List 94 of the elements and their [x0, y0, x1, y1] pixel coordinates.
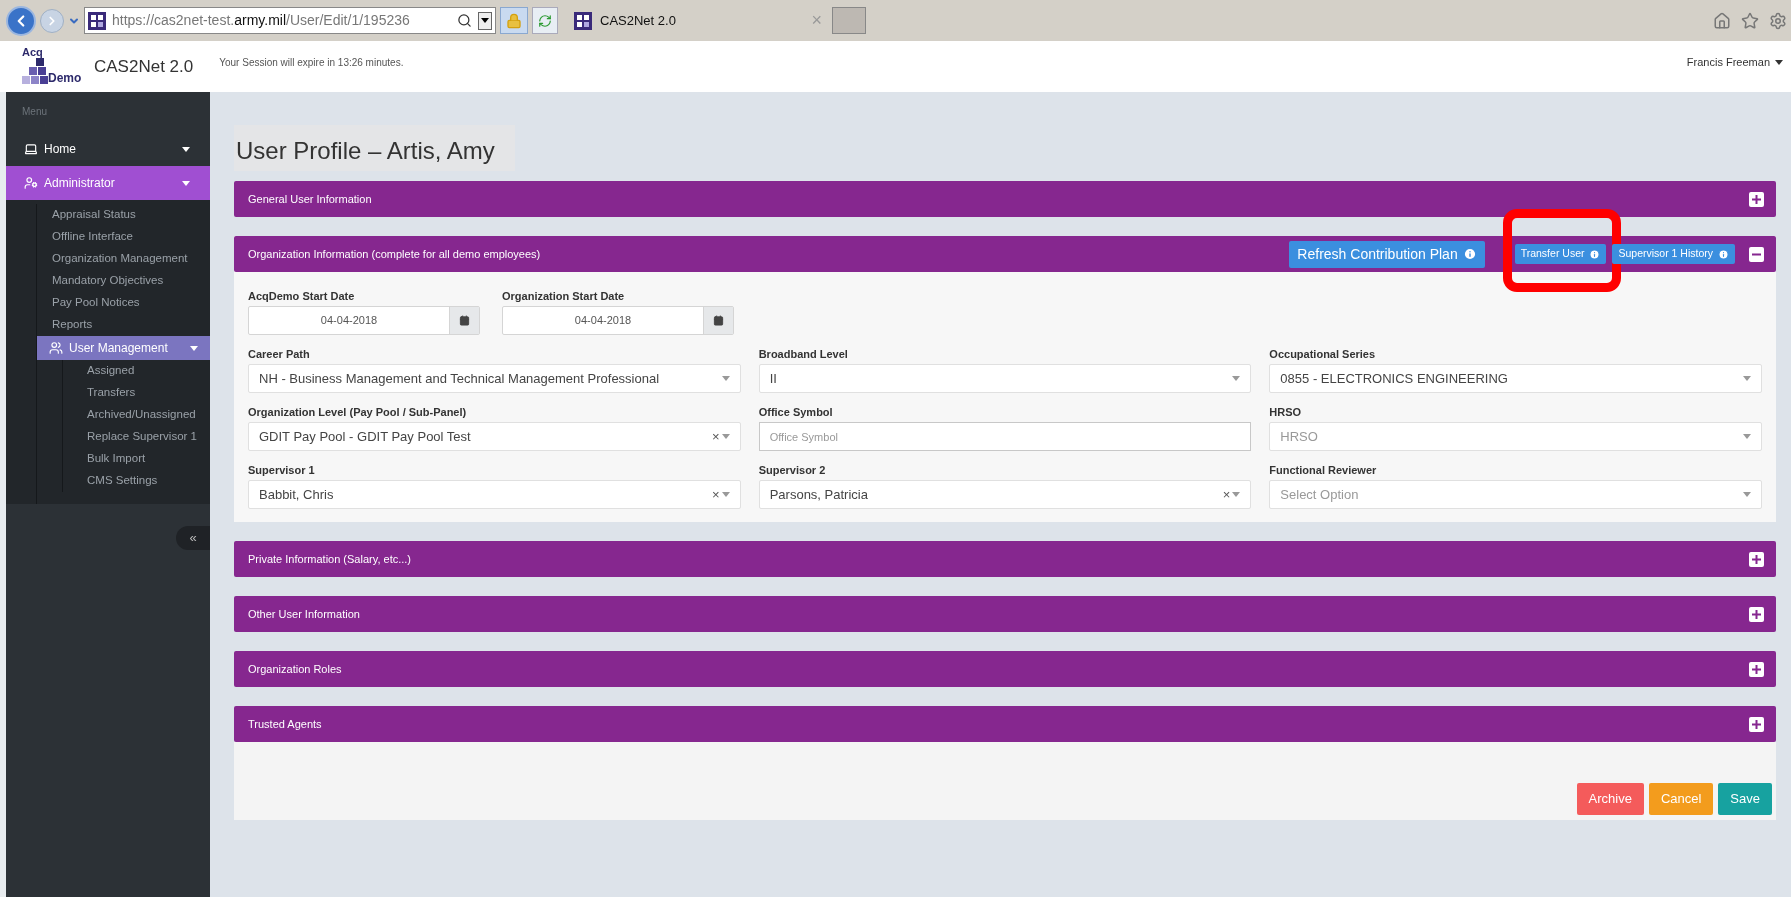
user-menu[interactable]: Francis Freeman [1686, 54, 1783, 71]
sidebar-item[interactable]: Transfers [63, 382, 210, 404]
back-button[interactable] [6, 5, 36, 36]
forward-button[interactable] [40, 8, 64, 33]
field-label: Organization Start Date [502, 289, 626, 302]
field-label: AcqDemo Start Date [248, 289, 356, 302]
caret-icon [721, 492, 730, 497]
select-field[interactable]: GDIT Pay Pool - GDIT Pay Pool Test × [248, 422, 741, 451]
sidebar-item[interactable]: Bulk Import [63, 448, 210, 470]
refresh-icon[interactable] [532, 7, 558, 34]
panel-title: Organization Information (complete for all demo employees) [248, 246, 542, 262]
url-dropdown[interactable] [478, 11, 492, 30]
app-name: CAS2Net 2.0 [94, 55, 194, 78]
page-title: User Profile – Artis, Amy [234, 125, 515, 171]
caret-icon [182, 146, 190, 152]
caret-icon [1775, 60, 1783, 65]
site-icon [574, 11, 592, 30]
sidebar-item[interactable]: Archived/Unassigned [63, 404, 210, 426]
caret-icon [1232, 492, 1241, 497]
site-icon [88, 11, 106, 30]
info-icon [1589, 248, 1601, 260]
new-tab-button[interactable] [832, 7, 866, 34]
sidebar-item[interactable]: Replace Supervisor 1 [63, 426, 210, 448]
panel-title: Organization Roles [248, 661, 343, 677]
sidebar-item[interactable]: Assigned [63, 360, 210, 382]
session-message: Your Session will expire in 13:26 minutes. [219, 56, 404, 70]
sidebar-item[interactable]: CMS Settings [63, 470, 210, 492]
menu-label: Menu [21, 105, 48, 119]
caret-icon [182, 180, 190, 186]
sidebar-item[interactable]: Organization Management [37, 248, 210, 270]
action-button[interactable]: Transfer User [1514, 244, 1607, 264]
panel-title: General User Information [248, 191, 373, 207]
field-label: Occupational Series [1269, 347, 1377, 360]
search-icon[interactable] [457, 13, 472, 28]
date-field[interactable]: 04-04-2018 [248, 306, 480, 335]
users-icon [49, 341, 63, 355]
input-field[interactable]: Office Symbol [758, 422, 1252, 451]
action-button[interactable]: Refresh Contribution Plan [1289, 240, 1485, 268]
url-text: https://cas2net-test.army.mil/User/Edit/1/195236 [112, 11, 411, 30]
action-button[interactable]: Supervisor 1 History [1612, 244, 1735, 264]
home-icon[interactable] [1713, 11, 1731, 30]
date-field[interactable]: 04-04-2018 [502, 306, 734, 335]
select-field[interactable]: Babbit, Chris × [248, 480, 741, 509]
lock-icon[interactable] [500, 7, 528, 34]
clear-button[interactable]: × [1222, 488, 1231, 501]
field-label: Supervisor 2 [758, 463, 827, 476]
footer-button[interactable]: Archive [1576, 783, 1644, 815]
sidebar-item[interactable]: Pay Pool Notices [37, 292, 210, 314]
select-field[interactable]: II [758, 364, 1252, 393]
caret-icon [1232, 376, 1241, 381]
calendar-icon[interactable] [459, 315, 470, 326]
collapse-sidebar-button[interactable]: « [176, 526, 210, 550]
field-label: HRSO [1269, 405, 1303, 418]
field-label: Organization Level (Pay Pool / Sub-Panel) [248, 405, 468, 418]
sidebar-item[interactable]: Offline Interface [37, 226, 210, 248]
sidebar-item[interactable]: Home [6, 132, 210, 166]
field-label: Office Symbol [758, 405, 834, 418]
panel-title: Private Information (Salary, etc...) [248, 551, 413, 567]
field-label: Broadband Level [758, 347, 849, 360]
tab-title: CAS2Net 2.0 [600, 11, 677, 30]
sidebar-item[interactable]: User Management [37, 336, 210, 360]
calendar-icon[interactable] [713, 315, 724, 326]
clear-button[interactable]: × [712, 488, 720, 501]
select-field[interactable]: NH - Business Management and Technical Management Professional [248, 364, 741, 393]
footer-button[interactable]: Save [1718, 783, 1772, 815]
caret-icon [721, 376, 730, 381]
browser-tab[interactable]: CAS2Net 2.0 × [568, 7, 828, 34]
info-icon [1718, 248, 1729, 260]
select-field[interactable]: Parsons, Patricia × [758, 480, 1252, 509]
laptop-icon [24, 142, 38, 156]
select-field[interactable]: 0855 - ELECTRONICS ENGINEERING [1269, 364, 1762, 393]
field-label: Career Path [248, 347, 311, 360]
sidebar-item[interactable]: Reports [37, 314, 210, 336]
panel-title: Other User Information [248, 606, 361, 622]
sidebar-item[interactable]: Mandatory Objectives [37, 270, 210, 292]
settings-icon[interactable] [1769, 11, 1787, 30]
caret-icon [481, 18, 489, 23]
field-label: Supervisor 1 [248, 463, 316, 476]
logo-squares-icon [22, 57, 48, 84]
clear-button[interactable]: × [712, 430, 720, 443]
sidebar-item[interactable]: Administrator [6, 166, 210, 200]
info-icon [1462, 247, 1477, 261]
address-bar[interactable]: https://cas2net-test.army.mil/User/Edit/1/195236 [84, 7, 496, 34]
app-logo: Acq Demo [22, 44, 83, 87]
caret-icon [190, 345, 198, 351]
caret-icon [1743, 434, 1751, 439]
caret-icon [1743, 492, 1751, 497]
field-label: Functional Reviewer [1269, 463, 1378, 476]
sidebar-item[interactable]: Appraisal Status [37, 204, 210, 226]
caret-icon [1743, 376, 1751, 381]
panel-title: Trusted Agents [248, 716, 323, 732]
caret-icon [721, 434, 730, 439]
user-gear-icon [24, 176, 38, 190]
star-icon[interactable] [1741, 11, 1759, 30]
